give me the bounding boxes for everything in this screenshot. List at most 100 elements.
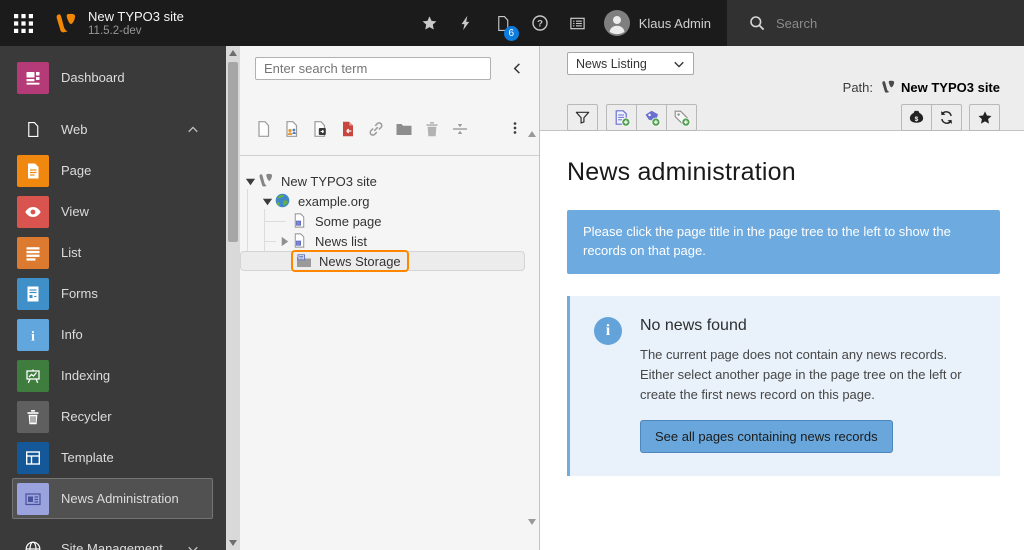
bookmark-star-icon — [977, 110, 993, 126]
sidebar-item-label: News Administration — [61, 491, 179, 506]
info-icon: i — [17, 319, 49, 351]
page-title: News administration — [567, 158, 1000, 187]
news-icon — [17, 483, 49, 515]
bookmark-button[interactable] — [411, 0, 448, 46]
tree-node-example-org[interactable]: example.org — [240, 191, 525, 211]
new-news-record-button[interactable] — [606, 104, 637, 131]
filter-button[interactable] — [567, 104, 598, 131]
module-select-value: News Listing — [576, 57, 647, 71]
tree-menu-dots-icon[interactable] — [507, 120, 525, 138]
tree-toolbar — [240, 111, 539, 156]
tree-node-some-page[interactable]: Some page — [240, 211, 525, 231]
modulemenu-toggle-icon — [14, 14, 33, 33]
bolt-icon — [458, 15, 474, 31]
chevron-down-icon — [187, 543, 199, 550]
typo3-version: 11.5.2-dev — [88, 24, 184, 38]
new-tag-button[interactable] — [666, 104, 697, 131]
tree-node-label: Some page — [315, 214, 382, 229]
chevron-down-icon — [673, 58, 685, 70]
module-content: News Listing Path: New TYPO3 site — [540, 46, 1024, 550]
typo3-page-icon — [880, 79, 896, 95]
sidebar-item-info[interactable]: iInfo — [12, 314, 213, 355]
sidebar-scrollbar[interactable] — [226, 46, 240, 550]
new-recycler-icon[interactable] — [423, 120, 441, 138]
help-icon: ? — [531, 14, 549, 32]
docheader: News Listing Path: New TYPO3 site — [540, 46, 1024, 131]
filter-funnel-icon — [574, 109, 591, 126]
sidebar-item-label: Page — [61, 163, 91, 178]
bookmark-star-icon — [421, 15, 438, 32]
search-input[interactable] — [776, 16, 976, 31]
tree-search-input[interactable] — [255, 57, 491, 80]
selected-node-outline[interactable]: News Storage — [291, 250, 409, 272]
sidebar-item-label: List — [61, 245, 81, 260]
help-button[interactable]: ? — [522, 0, 559, 46]
svg-text:i: i — [31, 329, 35, 344]
see-all-pages-button[interactable]: See all pages containing news records — [640, 420, 893, 453]
user-menu[interactable]: Klaus Admin — [596, 0, 727, 46]
sidebar-item-label: View — [61, 204, 89, 219]
expander-placeholder — [277, 254, 291, 268]
new-spacer-icon[interactable] — [451, 120, 469, 138]
sidebar-item-view[interactable]: View — [12, 191, 213, 232]
tree-scroll-down-icon[interactable] — [528, 525, 536, 543]
page-tree: New TYPO3 site example.org Some page News l… — [240, 156, 539, 271]
new-page-icon[interactable] — [255, 120, 273, 138]
avatar — [604, 10, 630, 36]
sidebar-item-web[interactable]: Web — [12, 109, 213, 150]
path-value: New TYPO3 site — [901, 80, 1000, 95]
collapse-tree-button[interactable] — [507, 58, 527, 78]
view-icon — [17, 196, 49, 228]
forms-icon — [17, 278, 49, 310]
topbar-search[interactable] — [727, 0, 1024, 46]
shortcut-button[interactable] — [969, 104, 1000, 131]
new-category-button[interactable] — [636, 104, 667, 131]
reload-button[interactable] — [931, 104, 962, 131]
info-icon: i — [594, 317, 622, 345]
new-shortcut-page-icon[interactable] — [311, 120, 329, 138]
system-information-button[interactable] — [559, 0, 596, 46]
tree-node-news-storage[interactable]: News Storage — [240, 251, 525, 271]
sidebar-item-list[interactable]: List — [12, 232, 213, 273]
new-link-page-icon[interactable] — [367, 120, 385, 138]
sidebar-item-page[interactable]: Page — [12, 150, 213, 191]
tree-node-new-typo3-site[interactable]: New TYPO3 site — [240, 171, 525, 191]
sidebar-item-label: Indexing — [61, 368, 110, 383]
tree-node-news-list[interactable]: News list — [240, 231, 525, 251]
scrollbar-thumb[interactable] — [228, 62, 238, 242]
scroll-up-icon[interactable] — [226, 46, 240, 60]
svg-text:$: $ — [915, 116, 919, 123]
sidebar-item-indexing[interactable]: Indexing — [12, 355, 213, 396]
sidebar-item-template[interactable]: Template — [12, 437, 213, 478]
sidebar-item-news-administration[interactable]: News Administration — [12, 478, 213, 519]
scroll-down-icon[interactable] — [226, 536, 240, 550]
expander-collapsed-icon[interactable] — [277, 234, 291, 248]
callout-body: The current page does not contain any ne… — [640, 345, 975, 405]
chevron-left-icon — [511, 62, 524, 75]
new-backend-user-section-icon[interactable] — [283, 120, 301, 138]
module-function-select[interactable]: News Listing — [567, 52, 694, 75]
brand[interactable]: New TYPO3 site 11.5.2-dev — [46, 9, 184, 38]
sidebar-item-dashboard[interactable]: Dashboard — [12, 57, 213, 98]
callout-title: No news found — [640, 317, 975, 335]
sidebar-item-site-management[interactable]: Site Management — [12, 528, 213, 550]
opened-documents-button[interactable]: 6 — [485, 0, 522, 46]
tree-node-label: example.org — [298, 194, 370, 209]
clear-cache-button[interactable] — [448, 0, 485, 46]
sidebar-item-forms[interactable]: Forms — [12, 273, 213, 314]
new-folder-icon[interactable] — [395, 120, 413, 138]
list-icon — [17, 237, 49, 269]
donation-button[interactable]: $ — [901, 104, 932, 131]
tree-scroll-up-icon[interactable] — [528, 114, 536, 132]
new-mountpoint-page-icon[interactable] — [339, 120, 357, 138]
web-doc-icon — [17, 114, 49, 146]
modulemenu-toggle-button[interactable] — [0, 0, 46, 46]
sidebar-item-label: Web — [61, 122, 88, 137]
expander-expanded-icon[interactable] — [260, 194, 274, 208]
chevron-up-icon — [187, 124, 199, 136]
sidebar-item-label: Template — [61, 450, 114, 465]
page-doc-icon — [291, 232, 309, 250]
new-news-record-icon — [613, 109, 631, 127]
sidebar-item-recycler[interactable]: Recycler — [12, 396, 213, 437]
expander-expanded-icon[interactable] — [243, 174, 257, 188]
